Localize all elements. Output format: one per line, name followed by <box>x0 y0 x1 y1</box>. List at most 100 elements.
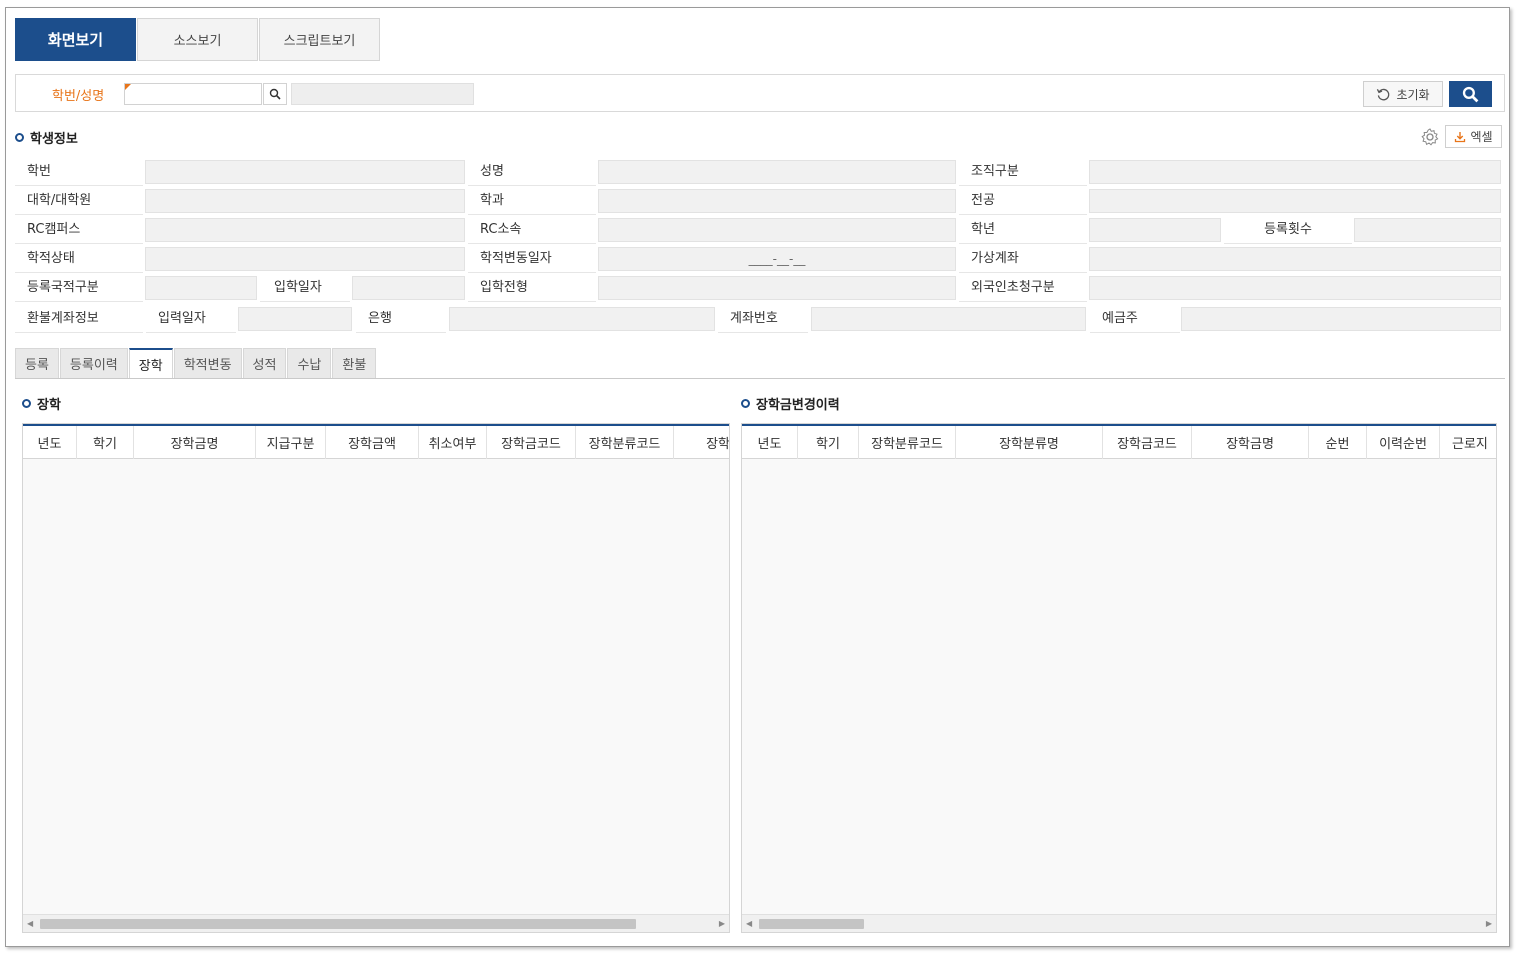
history-grid-header: 년도 학기 장학분류코드 장학분류명 장학금코드 장학금명 순번 이력순번 근로… <box>742 426 1496 459</box>
student-id-input[interactable] <box>124 83 262 105</box>
col-header[interactable]: 근로지 <box>1440 426 1496 459</box>
col-header[interactable]: 순번 <box>1309 426 1367 459</box>
label-reg-count: 등록횟수 <box>1224 216 1352 244</box>
tab-registration-history[interactable]: 등록이력 <box>59 348 128 378</box>
student-info-title-text: 학생정보 <box>30 132 78 147</box>
tab-source-view[interactable]: 소스보기 <box>137 18 258 61</box>
label-virtual-account: 가상계좌 <box>959 245 1087 273</box>
col-header[interactable]: 년도 <box>742 426 798 459</box>
value-virtual-account <box>1089 247 1501 271</box>
label-status-change-date: 학적변동일자 <box>468 245 596 273</box>
tab-screen-view[interactable]: 화면보기 <box>15 18 136 61</box>
label-major: 전공 <box>959 187 1087 215</box>
value-nationality <box>145 276 257 300</box>
col-header[interactable]: 학기 <box>798 426 859 459</box>
scroll-right-icon[interactable]: ▶ <box>1486 919 1492 928</box>
app-window: 화면보기 소스보기 스크립트보기 학번/성명 초기화 학생정보 엑셀 학번 성명 <box>5 7 1510 947</box>
student-info-title: 학생정보 <box>15 128 78 147</box>
col-header[interactable]: 학기 <box>77 426 134 459</box>
label-status: 학적상태 <box>15 245 143 273</box>
value-admission-type <box>598 276 956 300</box>
label-depositor: 예금주 <box>1090 305 1180 333</box>
value-rc-affil <box>598 218 956 242</box>
student-lookup-button[interactable] <box>263 83 287 105</box>
info-row-6: 환불계좌정보 입력일자 은행 계좌번호 예금주 <box>15 305 1505 334</box>
bullet-icon <box>22 399 31 408</box>
view-tabs: 화면보기 소스보기 스크립트보기 <box>15 18 381 61</box>
label-grade: 학년 <box>959 216 1087 244</box>
col-header[interactable]: 장학금코드 <box>487 426 576 459</box>
col-header[interactable]: 이력순번 <box>1367 426 1440 459</box>
scroll-right-icon[interactable]: ▶ <box>719 919 725 928</box>
info-row-4: 학적상태 학적변동일자 ____-__-__ 가상계좌 <box>15 245 1505 274</box>
value-rc-campus <box>145 218 465 242</box>
label-bank: 은행 <box>356 305 446 333</box>
info-row-2: 대학/대학원 학과 전공 <box>15 187 1505 216</box>
col-header[interactable]: 장학금액 <box>326 426 419 459</box>
tab-scholarship[interactable]: 장학 <box>128 348 173 378</box>
horizontal-scrollbar[interactable]: ◀ ▶ <box>742 914 1496 932</box>
value-dept <box>598 189 956 213</box>
scrollbar-thumb[interactable] <box>759 919 864 929</box>
bullet-icon <box>15 133 24 142</box>
tab-academic-change[interactable]: 학적변동 <box>173 348 242 378</box>
required-marker <box>125 84 131 90</box>
info-row-3: RC캠퍼스 RC소속 학년 등록횟수 <box>15 216 1505 245</box>
label-rc-campus: RC캠퍼스 <box>15 216 143 244</box>
search-icon <box>269 88 281 100</box>
search-icon <box>1462 86 1479 102</box>
scroll-left-icon[interactable]: ◀ <box>27 919 33 928</box>
download-icon <box>1455 131 1466 142</box>
gear-icon[interactable] <box>1420 127 1440 147</box>
scroll-left-icon[interactable]: ◀ <box>746 919 752 928</box>
label-account-no: 계좌번호 <box>718 305 808 333</box>
scholarship-grid[interactable]: 년도 학기 장학금명 지급구분 장학금액 취소여부 장학금코드 장학분류코드 장… <box>22 423 730 933</box>
excel-export-button[interactable]: 엑셀 <box>1445 125 1502 148</box>
col-header[interactable]: 장학금코드 <box>1103 426 1192 459</box>
detail-tabs: 등록 등록이력 장학 학적변동 성적 수납 환불 <box>15 348 377 378</box>
tab-registration[interactable]: 등록 <box>15 348 59 378</box>
col-header[interactable]: 장학금명 <box>134 426 256 459</box>
history-title-text: 장학금변경이력 <box>756 398 840 413</box>
search-label: 학번/성명 <box>52 89 105 104</box>
tab-script-view[interactable]: 스크립트보기 <box>259 18 380 61</box>
value-bank <box>449 307 715 331</box>
value-status <box>145 247 465 271</box>
value-depositor <box>1181 307 1501 331</box>
label-college: 대학/대학원 <box>15 187 143 215</box>
tab-refund[interactable]: 환불 <box>332 348 377 378</box>
bullet-icon <box>741 399 750 408</box>
col-header[interactable]: 장학금명 <box>1192 426 1309 459</box>
scholarship-grid-header: 년도 학기 장학금명 지급구분 장학금액 취소여부 장학금코드 장학분류코드 장… <box>23 426 729 459</box>
history-grid[interactable]: 년도 학기 장학분류코드 장학분류명 장학금코드 장학금명 순번 이력순번 근로… <box>741 423 1497 933</box>
value-hakbun <box>145 160 465 184</box>
reset-button[interactable]: 초기화 <box>1363 81 1443 107</box>
label-dept: 학과 <box>468 187 596 215</box>
info-row-1: 학번 성명 조직구분 <box>15 158 1505 187</box>
col-header[interactable]: 장학 <box>674 426 729 459</box>
tab-divider <box>15 378 1505 379</box>
horizontal-scrollbar[interactable]: ◀ ▶ <box>23 914 729 932</box>
label-nationality: 등록국적구분 <box>15 274 143 302</box>
col-header[interactable]: 장학분류코드 <box>859 426 956 459</box>
col-header[interactable]: 장학분류코드 <box>576 426 674 459</box>
label-refund-account: 환불계좌정보 <box>15 305 143 333</box>
label-name: 성명 <box>468 158 596 186</box>
col-header[interactable]: 년도 <box>23 426 77 459</box>
scrollbar-thumb[interactable] <box>40 919 636 929</box>
tab-grades[interactable]: 성적 <box>242 348 287 378</box>
excel-label: 엑셀 <box>1470 130 1493 144</box>
col-header[interactable]: 장학분류명 <box>956 426 1103 459</box>
label-input-date: 입력일자 <box>146 305 236 333</box>
label-admission-type: 입학전형 <box>468 274 596 302</box>
col-header[interactable]: 지급구분 <box>256 426 326 459</box>
col-header[interactable]: 취소여부 <box>419 426 487 459</box>
value-grade <box>1089 218 1221 242</box>
value-major <box>1089 189 1501 213</box>
value-org <box>1089 160 1501 184</box>
label-hakbun: 학번 <box>15 158 143 186</box>
query-button[interactable] <box>1449 81 1492 107</box>
value-admission-date <box>352 276 465 300</box>
tab-payment[interactable]: 수납 <box>287 348 332 378</box>
value-foreign-invite <box>1089 276 1501 300</box>
